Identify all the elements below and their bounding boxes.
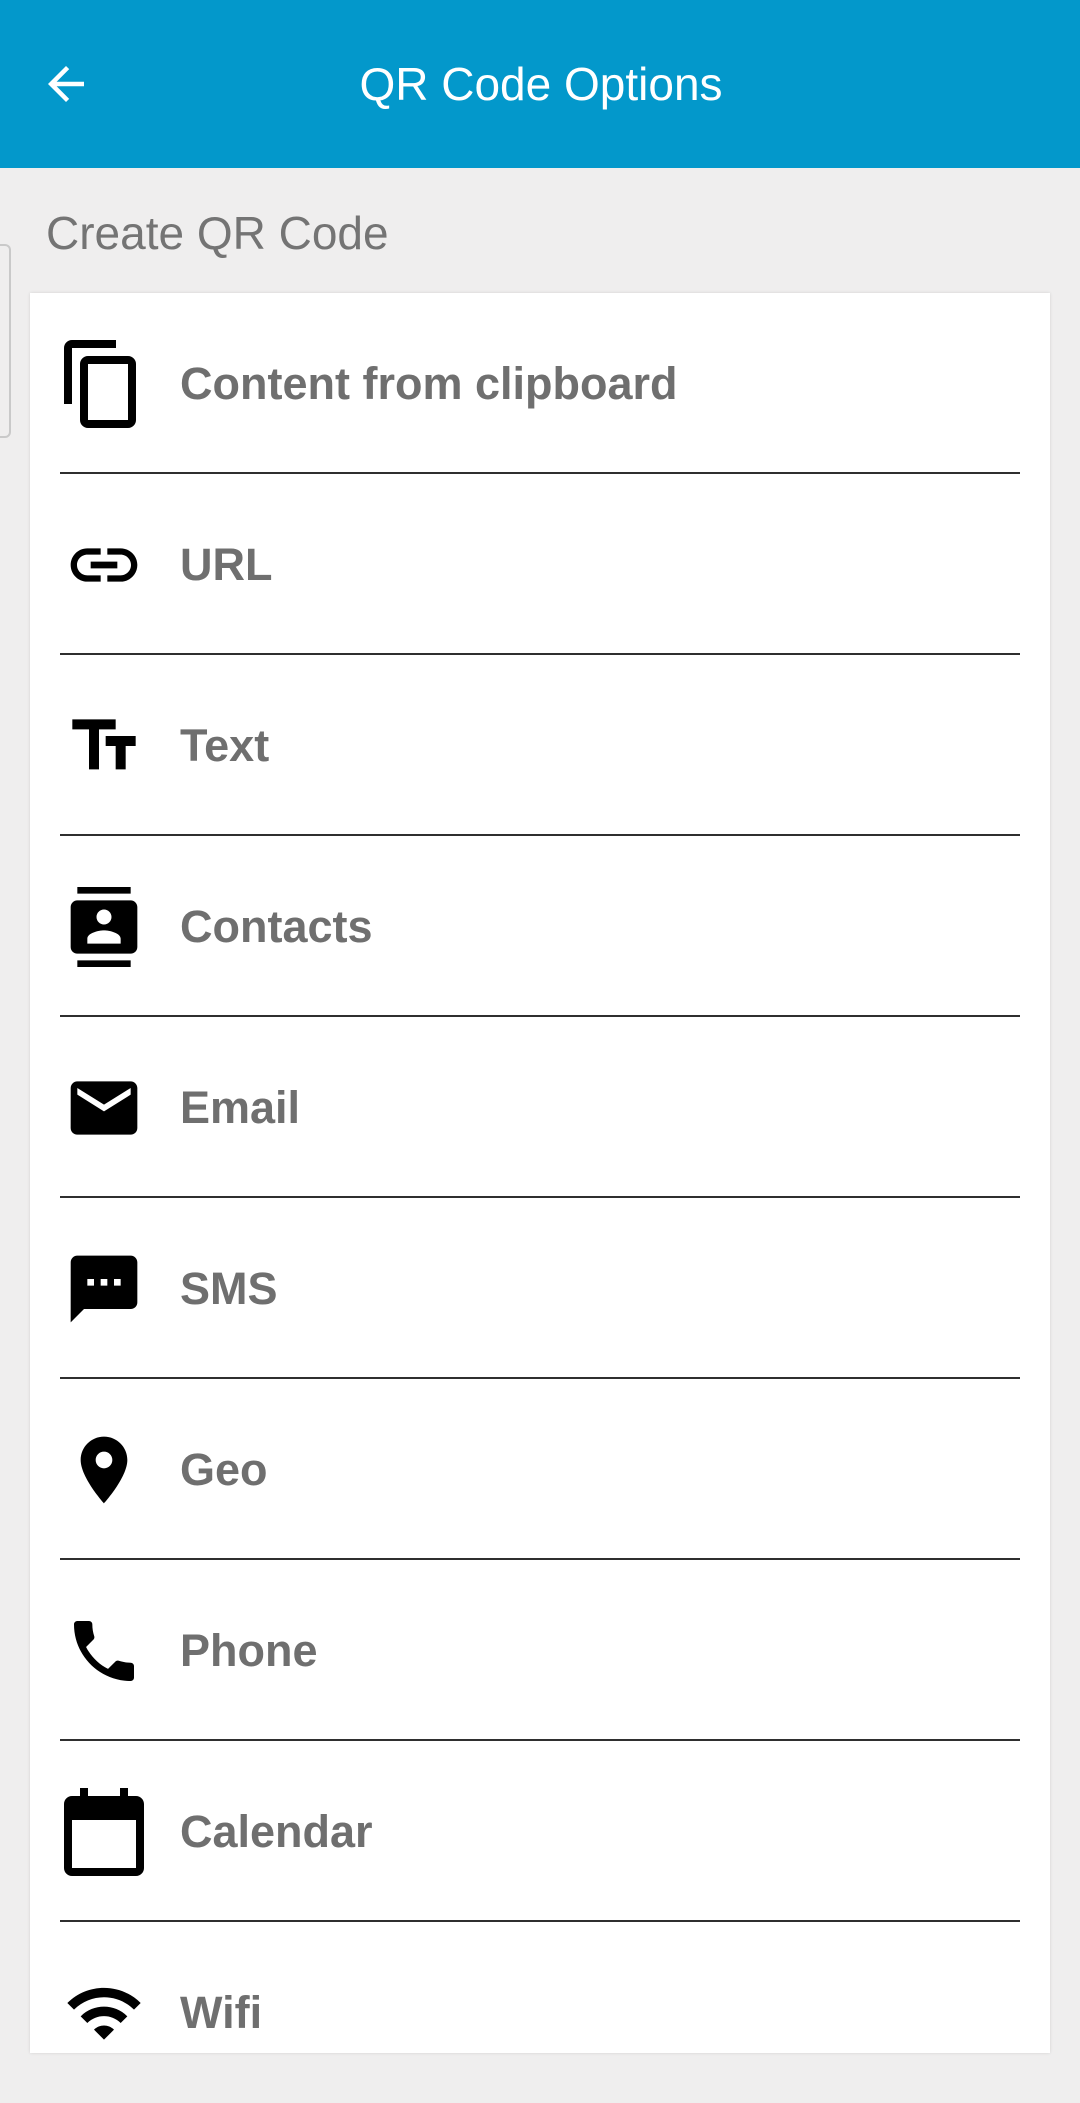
link-icon [64,525,144,605]
option-phone[interactable]: Phone [30,1560,1020,1741]
phone-icon [64,1611,144,1691]
clipboard-copy-icon [64,339,144,428]
calendar-icon [64,1787,144,1876]
option-label: Email [180,1081,301,1133]
section-header: Create QR Code [46,207,389,259]
option-geo[interactable]: Geo [30,1379,1020,1560]
scrollbar[interactable] [0,244,11,438]
option-email[interactable]: Email [30,1017,1020,1198]
contacts-icon [64,886,144,967]
page-title: QR Code Options [359,58,723,110]
location-pin-icon [64,1430,144,1510]
option-url[interactable]: URL [30,474,1020,655]
arrow-back-icon [39,57,93,111]
option-label: URL [180,538,273,590]
app-bar: QR Code Options [0,0,1080,168]
wifi-icon [64,1973,144,2053]
option-label: Phone [180,1624,318,1676]
option-text[interactable]: Text [30,655,1020,836]
option-calendar[interactable]: Calendar [30,1741,1020,1922]
option-sms[interactable]: SMS [30,1198,1020,1379]
option-contacts[interactable]: Contacts [30,836,1020,1017]
back-button[interactable] [26,44,106,124]
option-label: SMS [180,1262,278,1314]
option-content-from-clipboard[interactable]: Content from clipboard [30,293,1020,474]
option-label: Wifi [180,1986,263,2038]
option-label: Calendar [180,1805,373,1857]
sms-icon [64,1249,144,1329]
email-icon [64,1068,144,1148]
option-label: Content from clipboard [180,357,678,409]
option-label: Text [180,719,270,771]
text-fields-icon [64,706,144,786]
option-label: Contacts [180,900,373,952]
option-wifi[interactable]: Wifi [30,1922,1020,2103]
option-label: Geo [180,1443,268,1495]
